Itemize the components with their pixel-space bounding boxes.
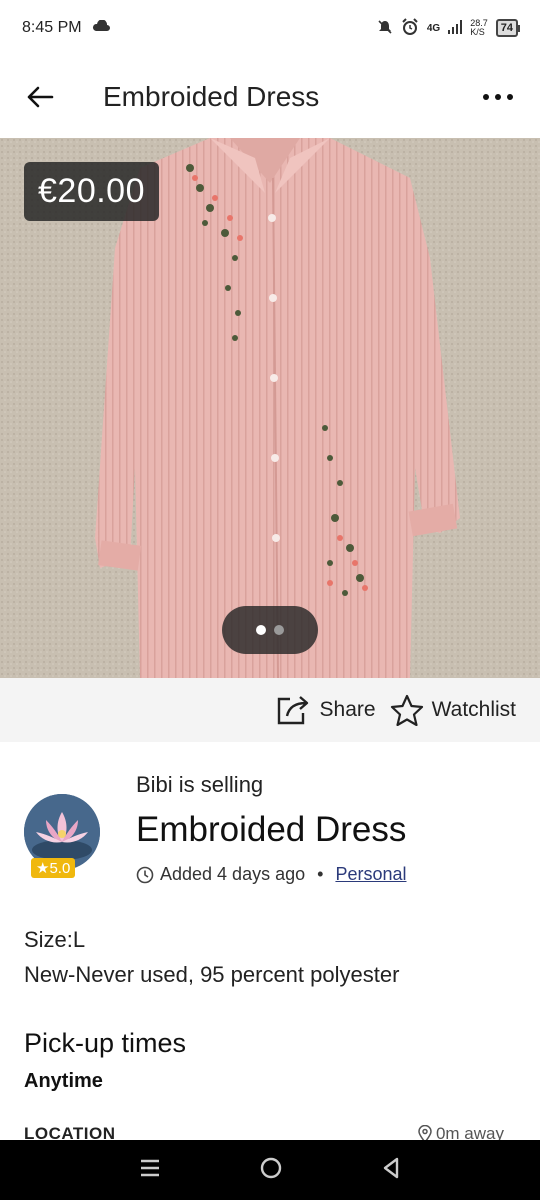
listing-actions: Share Watchlist [0, 678, 540, 742]
menu-lines-icon [141, 1159, 159, 1176]
details-text: New-Never used, 95 percent polyester [24, 962, 400, 987]
watchlist-button[interactable]: Watchlist [390, 694, 516, 726]
mute-icon [377, 19, 393, 38]
share-label: Share [319, 698, 376, 721]
status-bar: 8:45 PM 4G 28.7 K/S 74 [0, 0, 540, 56]
triangle-back-icon [383, 1157, 399, 1178]
more-horizontal-icon [483, 94, 513, 100]
meta-separator: • [317, 864, 324, 884]
size-text: Size:L [24, 927, 86, 952]
top-app-bar: Embroided Dress [0, 56, 540, 138]
star-outline-icon [390, 694, 423, 726]
share-button[interactable]: Share [276, 695, 376, 725]
item-title: Embroided Dress [136, 810, 407, 849]
seller-name-text[interactable]: Bibi is selling [136, 772, 263, 798]
clock-icon [136, 866, 154, 883]
alarm-icon [401, 17, 419, 39]
pager-dot[interactable] [274, 625, 284, 635]
added-time: Added 4 days ago [160, 864, 306, 884]
page-title: Embroided Dress [103, 81, 320, 112]
signal-icon [448, 19, 463, 37]
price-badge: €20.00 [24, 162, 159, 221]
battery-icon: 74 [495, 19, 518, 37]
battery-level: 74 [500, 22, 513, 34]
network-label: 4G [426, 22, 441, 34]
listing-meta: Added 4 days ago • Personal [136, 864, 406, 885]
more-options-button[interactable] [478, 77, 518, 117]
recent-apps-button[interactable] [139, 1158, 161, 1183]
description: Size:L New-Never used, 95 percent polyes… [24, 922, 399, 992]
watchlist-label: Watchlist [431, 698, 516, 721]
cloud-icon [92, 19, 110, 37]
status-time: 8:45 PM [22, 19, 82, 36]
speed-indicator: 28.7 K/S [470, 19, 488, 37]
arrow-left-icon [27, 86, 54, 108]
rating-badge: ★5.0 [31, 858, 76, 878]
listing-photo[interactable]: €20.00 [0, 138, 540, 678]
back-button[interactable] [22, 79, 58, 115]
pager-dot-active[interactable] [256, 625, 266, 635]
home-button[interactable] [259, 1156, 283, 1185]
seller-avatar-wrap[interactable]: ★5.0 [24, 794, 100, 884]
pickup-heading: Pick-up times [24, 1028, 187, 1058]
seller-info: ★5.0 Bibi is selling Embroided Dress Add… [24, 764, 516, 894]
system-nav-bar [0, 1140, 540, 1200]
share-icon [277, 696, 308, 725]
pickup-value: Anytime [24, 1070, 103, 1092]
seller-type-link[interactable]: Personal [335, 864, 406, 885]
speed-unit: K/S [470, 27, 485, 37]
system-back-button[interactable] [381, 1156, 401, 1185]
photo-pager[interactable] [222, 606, 318, 654]
home-circle-icon [260, 1157, 282, 1178]
